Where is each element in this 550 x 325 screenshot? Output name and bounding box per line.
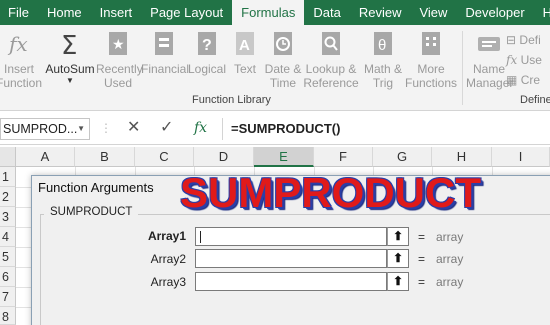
insert-function-fx-icon[interactable]: fx — [194, 119, 207, 137]
insert-function-button[interactable]: fx Insert Function — [0, 29, 42, 109]
arg-result-array2: array — [436, 252, 464, 266]
array3-input[interactable] — [195, 272, 387, 291]
collapse-dialog-button-array2[interactable]: ⬆ — [387, 249, 409, 268]
grid-icon: ▦ — [506, 73, 518, 87]
create-from-selection-button[interactable]: ▦ Cre — [506, 73, 540, 87]
collapse-dialog-button-array1[interactable]: ⬆ — [387, 227, 409, 246]
column-header-h[interactable]: H — [432, 147, 492, 167]
row-header-8[interactable]: 8 — [0, 307, 16, 325]
column-header-d[interactable]: D — [194, 147, 254, 167]
tab-insert[interactable]: Insert — [91, 0, 142, 25]
svg-text:★: ★ — [112, 36, 125, 52]
column-header-a[interactable]: A — [16, 147, 75, 167]
column-header-f[interactable]: F — [314, 147, 373, 167]
ribbon-formulas: fx Insert Function Σ AutoSum ▼ ★ Recentl… — [0, 25, 550, 111]
tab-formulas[interactable]: Formulas — [232, 0, 305, 25]
financial-button[interactable]: Financial — [141, 29, 189, 109]
row-header-2[interactable]: 2 — [0, 187, 16, 207]
row-header-1[interactable]: 1 — [0, 167, 16, 187]
clock-book-icon — [263, 29, 303, 59]
column-header-g[interactable]: G — [373, 147, 432, 167]
tab-help[interactable]: Help — [534, 0, 550, 25]
svg-text:Σ: Σ — [61, 31, 77, 59]
dialog-title: Function Arguments — [38, 180, 154, 195]
tab-page-layout[interactable]: Page Layout — [141, 0, 232, 25]
tab-file[interactable]: File — [0, 0, 38, 25]
tab-view[interactable]: View — [410, 0, 456, 25]
column-header-i[interactable]: I — [492, 147, 550, 167]
row-header-5[interactable]: 5 — [0, 247, 16, 267]
equals-sign: = — [418, 230, 426, 244]
question-book-icon: ? — [187, 29, 227, 59]
svg-text:θ: θ — [378, 37, 386, 54]
financial-icon — [141, 29, 187, 59]
svg-text:?: ? — [202, 37, 212, 54]
group-label-defined-names: Define — [520, 94, 550, 106]
arg-label-array1: Array1 — [147, 229, 186, 243]
row-header-6[interactable]: 6 — [0, 267, 16, 287]
lookup-book-icon — [303, 29, 359, 59]
arg-label-array3: Array3 — [150, 275, 186, 289]
recently-used-button[interactable]: ★ Recently Used — [96, 29, 143, 109]
arg-result-array3: array — [436, 275, 464, 289]
fx-small-icon: fx — [506, 53, 518, 67]
column-header-e[interactable]: E — [254, 147, 314, 167]
autosum-button[interactable]: Σ AutoSum ▼ — [45, 29, 95, 109]
define-name-button[interactable]: ⊟ Defi — [506, 33, 541, 47]
sigma-icon: Σ — [45, 29, 95, 61]
upload-arrow-icon: ⬆ — [392, 251, 404, 265]
arg-label-array2: Array2 — [150, 252, 186, 266]
column-header-b[interactable]: B — [75, 147, 135, 167]
formula-bar: SUMPROD... ▼ ⋮ ✕ ✓ fx =SUMPRODUCT() — [0, 111, 550, 145]
arg-result-array1: array — [436, 230, 464, 244]
more-book-icon — [405, 29, 457, 59]
svg-text:fx: fx — [7, 32, 28, 56]
chevron-down-icon: ▼ — [66, 76, 74, 85]
sumproduct-overlay-title: SUMPRODUCT — [180, 169, 481, 216]
enter-check-icon[interactable]: ✓ — [160, 119, 173, 137]
collapse-dialog-button-array3[interactable]: ⬆ — [387, 272, 409, 291]
tab-review[interactable]: Review — [350, 0, 411, 25]
formula-bar-grip-icon: ⋮ — [100, 121, 112, 135]
row-header-7[interactable]: 7 — [0, 287, 16, 307]
array2-input[interactable] — [195, 249, 387, 268]
row-header-3[interactable]: 3 — [0, 207, 16, 227]
theta-book-icon: θ — [361, 29, 405, 59]
column-header-c[interactable]: C — [135, 147, 194, 167]
tab-data[interactable]: Data — [304, 0, 349, 25]
use-in-formula-button[interactable]: fx Use — [506, 53, 542, 67]
cancel-icon[interactable]: ✕ — [127, 119, 140, 137]
upload-arrow-icon: ⬆ — [392, 229, 404, 243]
lookup-reference-button[interactable]: Lookup & Reference — [303, 29, 359, 109]
formula-input[interactable]: =SUMPRODUCT() — [222, 118, 550, 140]
text-book-icon: A — [228, 29, 262, 59]
equals-sign: = — [418, 252, 426, 266]
fx-icon: fx — [0, 29, 42, 59]
upload-arrow-icon: ⬆ — [392, 274, 404, 288]
tab-home[interactable]: Home — [38, 0, 91, 25]
more-functions-button[interactable]: More Functions — [405, 29, 457, 109]
group-separator — [462, 31, 463, 105]
star-book-icon: ★ — [96, 29, 140, 59]
array1-input[interactable] — [195, 227, 387, 246]
math-trig-button[interactable]: θ Math & Trig — [361, 29, 405, 109]
name-box[interactable]: SUMPROD... ▼ — [0, 118, 90, 140]
group-label-function-library: Function Library — [192, 94, 271, 106]
tag-icon: ⊟ — [506, 33, 517, 47]
chevron-down-icon[interactable]: ▼ — [77, 119, 85, 139]
svg-text:A: A — [239, 37, 250, 54]
tab-developer[interactable]: Developer — [456, 0, 533, 25]
ribbon-tab-bar: File Home Insert Page Layout Formulas Da… — [0, 0, 550, 25]
select-all-corner[interactable] — [0, 147, 16, 167]
function-name-label: SUMPRODUCT — [44, 206, 139, 218]
row-header-4[interactable]: 4 — [0, 227, 16, 247]
equals-sign: = — [418, 275, 426, 289]
